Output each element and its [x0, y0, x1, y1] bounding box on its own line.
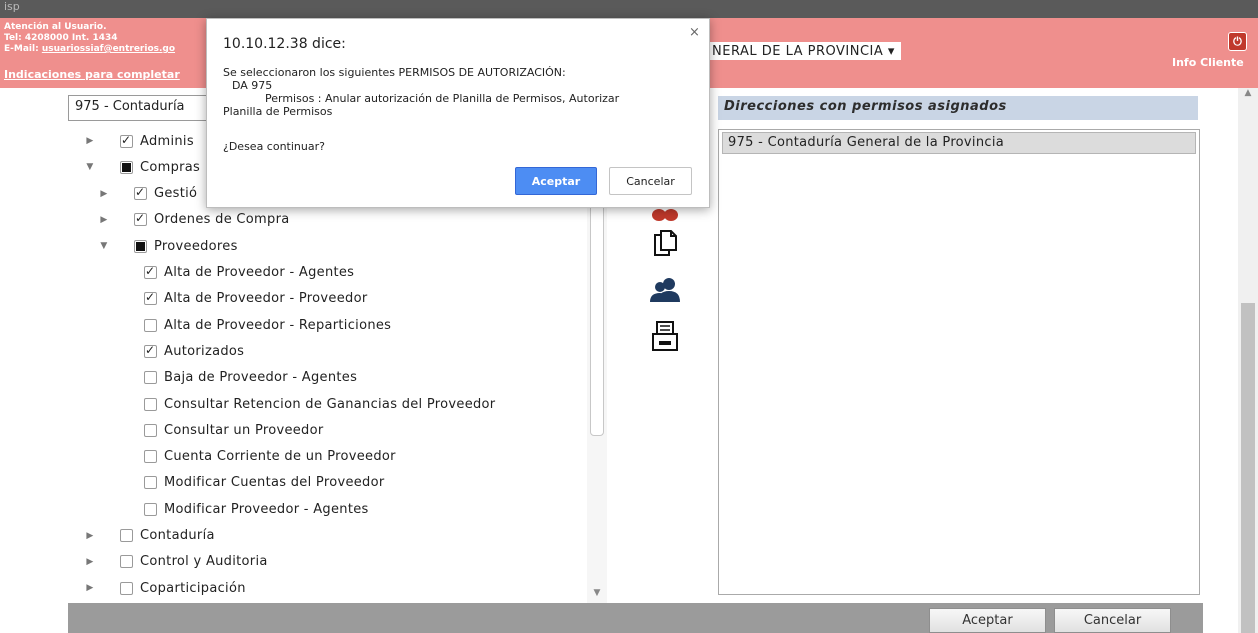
tree-node-checkbox[interactable]	[144, 397, 157, 411]
tree-node[interactable]: ▶ Ordenes de Compra	[72, 207, 587, 233]
tree-node[interactable]: Modificar Proveedor - Agentes	[72, 496, 587, 522]
tree-node[interactable]: Consultar Retencion de Ganancias del Pro…	[72, 391, 587, 417]
tree-node[interactable]: ▶ Coparticipación	[72, 575, 587, 601]
dialog-message-line-4: Planilla de Permisos	[223, 105, 333, 118]
tree-node-label: Modificar Proveedor - Agentes	[164, 501, 369, 517]
page-scroll-up-arrow-icon[interactable]: ▲	[1238, 88, 1258, 98]
tree-node[interactable]: Consultar un Proveedor	[72, 417, 587, 443]
tree-node[interactable]: Alta de Proveedor - Proveedor	[72, 286, 587, 312]
users-button[interactable]	[650, 274, 680, 306]
accept-button[interactable]: Aceptar	[929, 608, 1046, 633]
tree-node[interactable]: ▼ Proveedores	[72, 233, 587, 259]
tree-node[interactable]: Alta de Proveedor - Reparticiones	[72, 312, 587, 338]
dialog-question: ¿Desea continuar?	[223, 140, 325, 153]
dialog-message-line-2: DA 975	[232, 79, 273, 92]
tree-node[interactable]: Autorizados	[72, 338, 587, 364]
caret-right-icon[interactable]: ▶	[84, 136, 96, 146]
tree-node[interactable]: Modificar Cuentas del Proveedor	[72, 470, 587, 496]
tree-node-label: Gestió	[154, 186, 198, 202]
tree-node-checkbox[interactable]	[144, 371, 157, 385]
tree-node-label: Autorizados	[164, 343, 245, 359]
tree-node-checkbox[interactable]	[120, 160, 133, 174]
copy-permissions-button[interactable]	[650, 227, 680, 259]
instructions-link[interactable]: Indicaciones para completar	[4, 68, 180, 81]
contact-line-2: Tel: 4208000 Int. 1434	[4, 33, 118, 43]
organization-select[interactable]: NERAL DE LA PROVINCIA ▾	[710, 42, 901, 60]
power-icon[interactable]: ⏻	[1228, 32, 1247, 51]
tree-node-checkbox[interactable]	[134, 211, 147, 227]
tree-node-label: Consultar un Proveedor	[164, 422, 324, 438]
tree-node-checkbox[interactable]	[134, 239, 147, 253]
tree-node-label: Alta de Proveedor - Proveedor	[164, 291, 368, 307]
tree-node-checkbox[interactable]	[120, 555, 133, 569]
tree-node-checkbox[interactable]	[144, 423, 157, 437]
tree-node-label: Adminis	[140, 133, 194, 149]
page-scrollbar-thumb[interactable]	[1241, 303, 1255, 633]
tree-scrollbar-thumb[interactable]	[590, 196, 604, 436]
tree-node-label: Control y Auditoria	[140, 554, 268, 570]
cancel-button[interactable]: Cancelar	[1054, 608, 1171, 633]
tree-node-label: Consultar Retencion de Ganancias del Pro…	[164, 396, 496, 412]
page-scrollbar[interactable]: ▲	[1238, 88, 1258, 633]
tree-node-label: Baja de Proveedor - Agentes	[164, 370, 358, 386]
tree-node[interactable]: Alta de Proveedor - Agentes	[72, 260, 587, 286]
users-icon	[650, 278, 680, 302]
tree-node-checkbox[interactable]	[120, 581, 133, 595]
footer-bar: Aceptar Cancelar	[68, 603, 1203, 633]
tree-node-label: Proveedores	[154, 238, 238, 254]
list-item[interactable]: 975 - Contaduría General de la Provincia	[722, 132, 1196, 154]
app-label: isp	[4, 0, 20, 13]
caret-right-icon[interactable]: ▶	[98, 215, 110, 225]
assigned-directions-title: Direcciones con permisos asignados	[718, 96, 1198, 120]
tree-node-label: Compras	[140, 159, 201, 175]
tree-node-checkbox[interactable]	[144, 476, 157, 490]
info-client-link[interactable]: Info Cliente	[1172, 56, 1244, 69]
tree-node-checkbox[interactable]	[144, 318, 157, 332]
tree-node-checkbox[interactable]	[120, 133, 133, 148]
dialog-title: 10.10.12.38 dice:	[223, 36, 346, 52]
tree-node-label: Alta de Proveedor - Agentes	[164, 265, 355, 280]
confirm-dialog: 10.10.12.38 dice: × Se seleccionaron los…	[206, 18, 710, 208]
caret-right-icon[interactable]: ▶	[98, 189, 110, 199]
close-icon[interactable]: ×	[689, 25, 700, 40]
print-button[interactable]	[650, 320, 680, 352]
dialog-message: Se seleccionaron los siguientes PERMISOS…	[223, 66, 693, 118]
tree-node[interactable]: Cuenta Corriente de un Proveedor	[72, 444, 587, 470]
contact-info: Atención al Usuario. Tel: 4208000 Int. 1…	[4, 22, 175, 55]
dialog-message-line-1: Se seleccionaron los siguientes PERMISOS…	[223, 66, 566, 79]
tree-node-label: Contaduría	[140, 528, 215, 543]
tree-node[interactable]: ▶ Contaduría	[72, 523, 587, 549]
tree-node-checkbox[interactable]	[120, 529, 133, 542]
caret-down-icon[interactable]: ▼	[84, 162, 96, 172]
tree-node-label: Ordenes de Compra	[154, 212, 290, 228]
contact-email-link[interactable]: usuariossiaf@entrerios.go	[42, 44, 175, 54]
assigned-directions-list: 975 - Contaduría General de la Provincia	[718, 129, 1200, 595]
contact-email-prefix: E-Mail:	[4, 44, 42, 54]
caret-right-icon[interactable]: ▶	[84, 583, 96, 593]
tree-node-label: Cuenta Corriente de un Proveedor	[164, 449, 396, 465]
tree-node[interactable]: Baja de Proveedor - Agentes	[72, 365, 587, 391]
tree-scrollbar[interactable]: ▼	[587, 196, 607, 604]
tree-node-label: Coparticipación	[140, 580, 246, 596]
caret-right-icon[interactable]: ▶	[84, 531, 96, 541]
caret-down-icon[interactable]: ▼	[98, 241, 110, 251]
dialog-message-line-3: Permisos : Anular autorización de Planil…	[265, 92, 620, 105]
scroll-down-arrow-icon[interactable]: ▼	[587, 588, 607, 598]
tree-node-checkbox[interactable]	[144, 450, 157, 464]
tree-node-checkbox[interactable]	[144, 290, 157, 306]
tree-node-label: Alta de Proveedor - Reparticiones	[164, 317, 392, 333]
tree-node[interactable]: ▶ Control y Auditoria	[72, 549, 587, 575]
tree-node-checkbox[interactable]	[144, 343, 157, 358]
tree-node-label: Modificar Cuentas del Proveedor	[164, 475, 385, 491]
top-strip: isp	[0, 0, 1258, 18]
copy-document-icon	[654, 230, 677, 256]
dialog-ok-button[interactable]: Aceptar	[515, 167, 597, 195]
contact-line-1: Atención al Usuario.	[4, 22, 107, 32]
tree-node-checkbox[interactable]	[144, 264, 157, 279]
dialog-cancel-button[interactable]: Cancelar	[609, 167, 692, 195]
caret-right-icon[interactable]: ▶	[84, 557, 96, 567]
tree-node-checkbox[interactable]	[134, 185, 147, 201]
printer-icon	[652, 321, 678, 351]
tree-node-checkbox[interactable]	[144, 502, 157, 516]
